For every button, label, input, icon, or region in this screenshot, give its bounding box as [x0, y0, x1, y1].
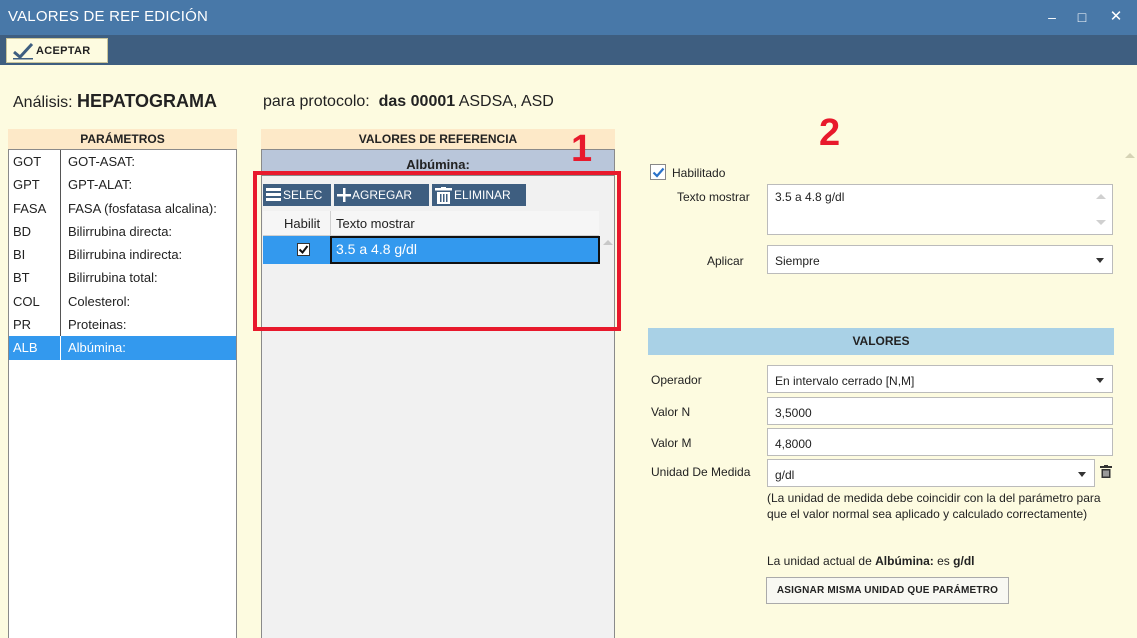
param-code: GOT [13, 154, 42, 169]
analisis-value: HEPATOGRAMA [77, 91, 218, 111]
operador-label: Operador [651, 373, 702, 387]
param-code: FASA [13, 200, 47, 216]
title-bar: VALORES DE REF EDICIÓN – □ ✕ [0, 0, 1137, 35]
valor-m-input[interactable]: 4,8000 [767, 428, 1113, 456]
annotation-two: 2 [819, 112, 841, 154]
parametros-list: GOT GOT-ASAT: GPT GPT-ALAT: FASA FASA (f… [8, 149, 237, 638]
param-row-fasa[interactable]: FASA FASA (fosfatasa alcalina): [9, 196, 236, 220]
asignar-unidad-button[interactable]: ASIGNAR MISMA UNIDAD QUE PARÁMETRO [766, 577, 1009, 604]
aplicar-select[interactable]: Siempre [767, 245, 1113, 274]
param-row-col[interactable]: COL Colesterol: [9, 289, 236, 314]
toolbar: ACEPTAR [0, 35, 1137, 65]
protocolo-label: para protocolo: [263, 93, 370, 110]
maximize-button[interactable]: □ [1070, 6, 1094, 28]
param-code: COL [13, 293, 40, 309]
analisis-label: Análisis: [13, 94, 73, 111]
param-code: PR [13, 317, 32, 333]
checkmark-icon [13, 42, 34, 60]
close-button[interactable]: ✕ [1104, 6, 1128, 28]
unidad-actual-prefix: La unidad actual de [767, 554, 872, 568]
aplicar-label: Aplicar [707, 254, 744, 268]
param-name: Bilirrubina total: [68, 270, 158, 286]
unidad-select[interactable]: g/dl [767, 459, 1095, 487]
chevron-down-icon [1096, 378, 1104, 383]
param-code: BD [13, 223, 32, 239]
param-row-pr[interactable]: PR Proteinas: [9, 313, 236, 337]
texto-mostrar-field[interactable]: 3.5 a 4.8 g/dl [767, 184, 1113, 235]
texto-mostrar-value: 3.5 a 4.8 g/dl [775, 190, 845, 204]
param-row-alb[interactable]: ALB Albúmina: [9, 336, 236, 360]
param-row-bt[interactable]: BT Bilirrubina total: [9, 266, 236, 290]
param-row-bi[interactable]: BI Bilirrubina indirecta: [9, 243, 236, 267]
habilitado-label: Habilitado [672, 166, 726, 180]
param-code: GPT [13, 177, 40, 193]
valores-referencia-title: VALORES DE REFERENCIA [261, 129, 615, 149]
valor-n-label: Valor N [651, 405, 691, 419]
param-row-gpt[interactable]: GPT GPT-ALAT: [9, 173, 236, 197]
protocolo-extra: ASDSA, ASD [458, 93, 554, 110]
param-row-got[interactable]: GOT GOT-ASAT: [9, 150, 236, 174]
param-name: Proteinas: [68, 317, 127, 333]
valores-title: VALORES [648, 328, 1114, 355]
texto-mostrar-label: Texto mostrar [677, 190, 750, 204]
checkmark-icon [652, 167, 665, 178]
unidad-actual-param: Albúmina: [875, 554, 934, 568]
parametros-title: PARÁMETROS [8, 129, 237, 149]
unidad-actual-unit: g/dl [953, 554, 975, 568]
valor-n-input[interactable]: 3,5000 [767, 397, 1113, 425]
param-name: Colesterol: [68, 293, 131, 309]
param-name: Albúmina: [68, 340, 126, 356]
scroll-up-icon[interactable] [1096, 194, 1106, 199]
window-title: VALORES DE REF EDICIÓN [8, 8, 208, 25]
param-name: GPT-ALAT: [68, 177, 133, 193]
param-name: FASA (fosfatasa alcalina): [68, 200, 217, 216]
chevron-down-icon [1078, 472, 1086, 477]
habilitado-checkbox[interactable] [650, 164, 666, 180]
param-name: Bilirrubina directa: [68, 223, 173, 239]
unidad-note: (La unidad de medida debe coincidir con … [767, 491, 1101, 521]
aceptar-label: ACEPTAR [36, 45, 91, 57]
trash-icon[interactable] [1100, 465, 1112, 478]
aplicar-value: Siempre [775, 254, 820, 268]
scroll-up-icon [1125, 153, 1135, 158]
annotation-box [253, 171, 621, 331]
protocolo-header: para protocolo: das 00001 ASDSA, ASD [263, 93, 554, 111]
operador-value: En intervalo cerrado [N,M] [775, 374, 915, 388]
protocolo-value: das 00001 [378, 93, 456, 110]
param-code: BI [13, 247, 26, 263]
param-name: GOT-ASAT: [68, 154, 135, 169]
valor-m-label: Valor M [651, 436, 692, 450]
param-code: ALB [13, 340, 38, 356]
unidad-actual: La unidad actual de Albúmina: es g/dl [767, 554, 974, 568]
unidad-label: Unidad De Medida [651, 465, 751, 479]
minimize-button[interactable]: – [1040, 6, 1064, 28]
param-name: Bilirrubina indirecta: [68, 247, 183, 263]
scroll-down-icon[interactable] [1096, 220, 1106, 225]
panel-scrollbar[interactable] [1124, 150, 1136, 164]
analisis-header: Análisis: HEPATOGRAMA [13, 91, 217, 112]
operador-select[interactable]: En intervalo cerrado [N,M] [767, 365, 1113, 393]
unidad-actual-mid: es [937, 554, 950, 568]
unidad-value: g/dl [775, 468, 795, 482]
param-row-bd[interactable]: BD Bilirrubina directa: [9, 219, 236, 244]
param-code: BT [13, 270, 30, 286]
chevron-down-icon [1096, 258, 1104, 263]
annotation-one: 1 [571, 128, 593, 170]
aceptar-button[interactable]: ACEPTAR [6, 38, 108, 63]
